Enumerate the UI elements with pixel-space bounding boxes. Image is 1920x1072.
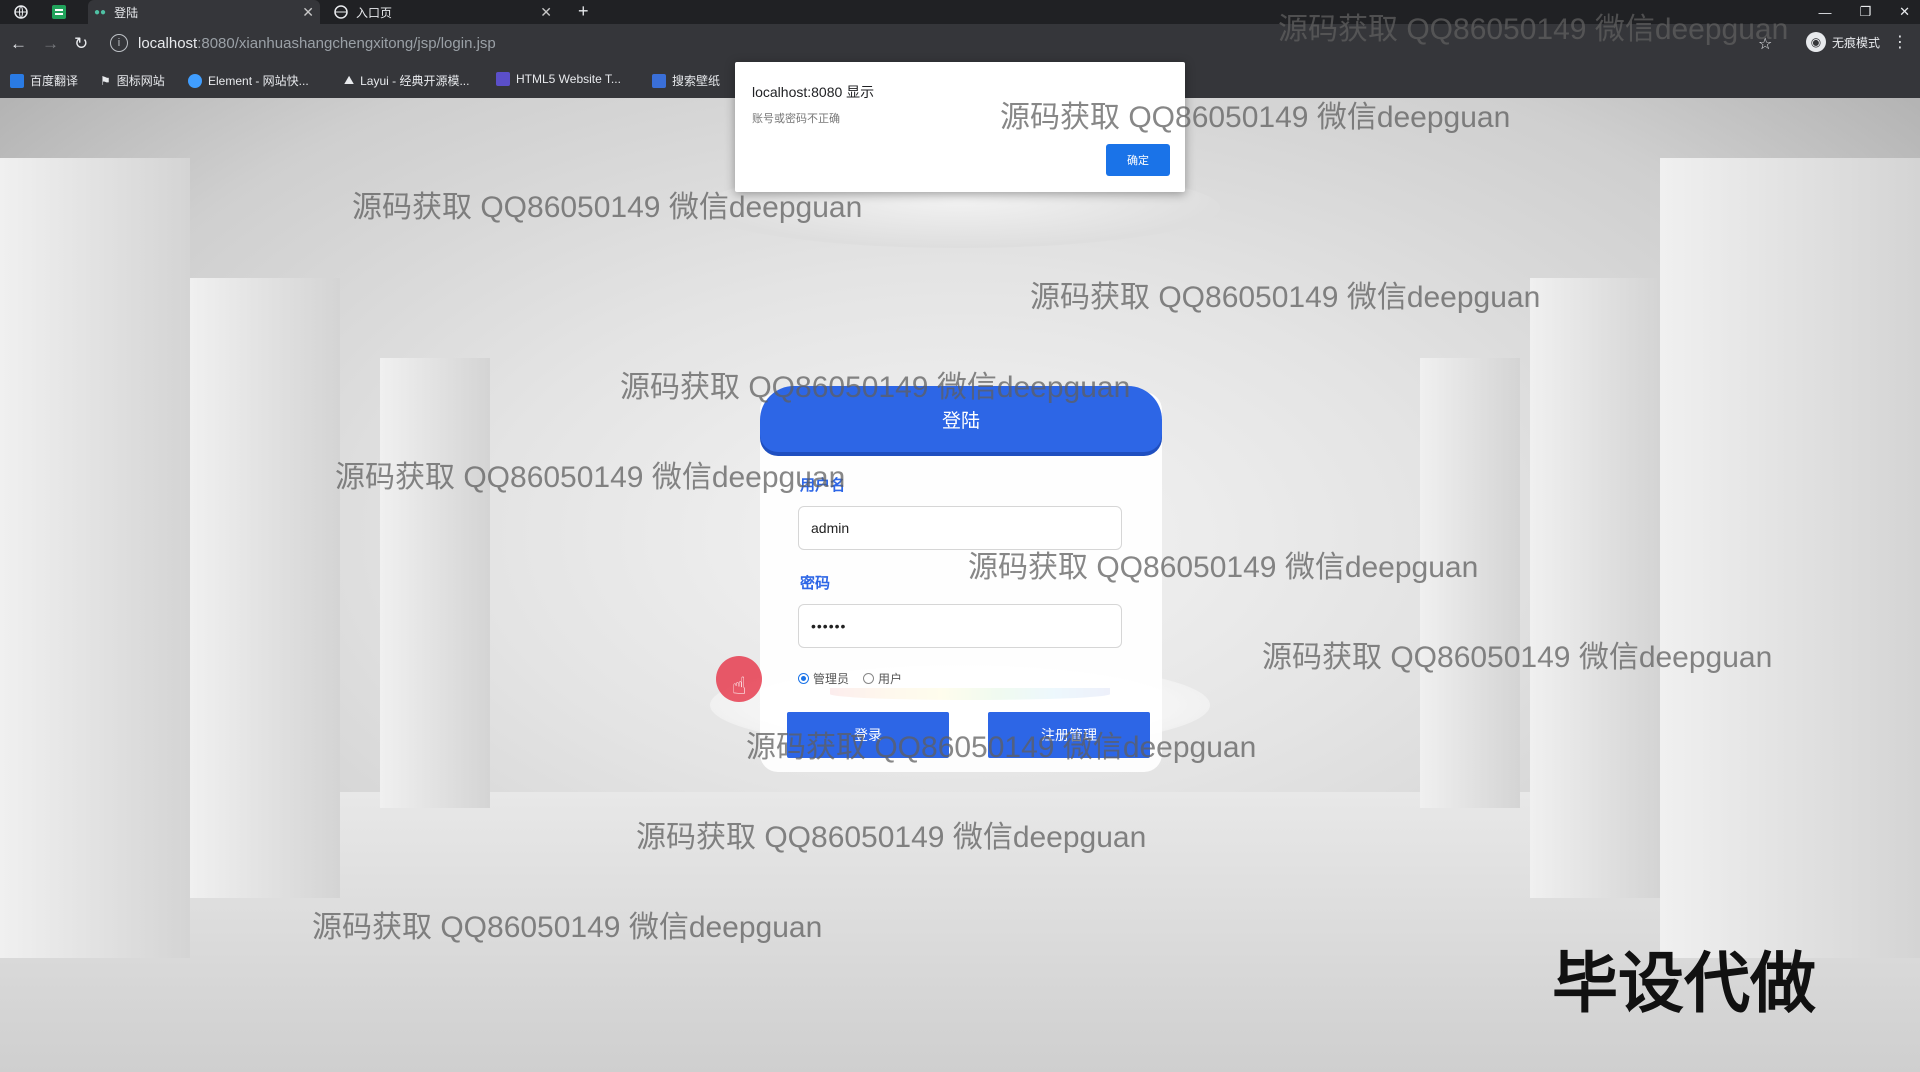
incognito-icon: ◉	[1805, 32, 1826, 52]
tab-title: 入口页	[356, 5, 393, 20]
bookmark-label: 图标网站	[116, 74, 165, 88]
dialog-title: localhost:8080 显示	[752, 84, 875, 100]
bookmark-item[interactable]: ⛰ Layui - 经典开源模...	[344, 72, 469, 89]
watermark: 源码获取 QQ86050149 微信deepguan	[636, 821, 1147, 854]
bookmark-item[interactable]: ⚑ 图标网站	[100, 72, 165, 89]
watermark: 源码获取 QQ86050149 微信deepguan	[620, 371, 1131, 404]
url-path: :8080/xianhuashangchengxitong/jsp/login.…	[197, 34, 496, 52]
bookmark-label: Layui - 经典开源模...	[360, 74, 470, 88]
bookmark-label: HTML5 Website T...	[516, 72, 621, 86]
html5-icon	[496, 72, 510, 86]
watermark: 源码获取 QQ86050149 微信deepguan	[968, 551, 1479, 584]
restore-icon[interactable]: ❐	[1859, 4, 1871, 20]
bookmark-item[interactable]: HTML5 Website T...	[496, 72, 621, 86]
password-label: 密码	[800, 575, 831, 592]
tab-entry[interactable]: 入口页 ✕	[326, 0, 558, 24]
pillar	[1660, 158, 1920, 958]
pillar	[0, 158, 190, 958]
close-icon[interactable]: ✕	[302, 4, 314, 21]
bookmark-item[interactable]: Element - 网站快...	[188, 72, 309, 89]
pillar	[1530, 278, 1660, 898]
flag-icon: ⚑	[100, 73, 111, 88]
watermark: 源码获取 QQ86050149 微信deepguan	[312, 911, 823, 944]
wallpaper-icon	[652, 73, 666, 88]
globe-icon[interactable]	[12, 3, 30, 21]
radio-admin-label[interactable]: 管理员	[813, 670, 849, 687]
bookmark-label: 百度翻译	[30, 74, 79, 88]
pillar	[190, 278, 340, 898]
forward-icon[interactable]: →	[42, 34, 59, 54]
watermark: 源码获取 QQ86050149 微信deepguan	[1000, 101, 1511, 134]
minimize-icon[interactable]: —	[1818, 5, 1831, 20]
incognito-indicator[interactable]: ◉ 无痕模式	[1805, 32, 1880, 52]
password-input[interactable]: ••••••	[798, 604, 1122, 648]
info-icon[interactable]: i	[110, 34, 128, 52]
close-window-icon[interactable]: ✕	[1899, 4, 1910, 20]
new-tab-button[interactable]: +	[578, 1, 589, 22]
tab-title: 登陆	[114, 5, 139, 20]
hand-cursor-icon: ☝	[732, 673, 747, 700]
watermark: 源码获取 QQ86050149 微信deepguan	[335, 461, 846, 494]
menu-icon[interactable]: ⋮	[1892, 32, 1908, 52]
bookmark-label: Element - 网站快...	[208, 74, 309, 88]
tab-dots-icon: ●●	[94, 6, 107, 18]
watermark: 源码获取 QQ86050149 微信deepguan	[352, 191, 863, 224]
role-radio-group: 管理员 用户	[798, 670, 902, 687]
dialog-ok-button[interactable]: 确定	[1106, 144, 1170, 176]
corner-ad-text: 毕设代做	[1552, 946, 1816, 1020]
app-icon[interactable]	[50, 3, 68, 21]
pillar	[380, 358, 490, 808]
back-icon[interactable]: ←	[10, 34, 27, 54]
watermark: 源码获取 QQ86050149 微信deepguan	[1278, 13, 1789, 46]
bookmark-item[interactable]: 百度翻译	[10, 72, 78, 89]
radio-user[interactable]	[863, 673, 875, 684]
element-icon	[188, 73, 202, 88]
translate-icon	[10, 73, 24, 88]
bookmark-label: 搜索壁纸	[672, 74, 721, 88]
reload-icon[interactable]: ↻	[74, 34, 88, 54]
window-controls: — ❐ ✕	[1818, 0, 1910, 24]
close-icon[interactable]: ✕	[540, 4, 552, 21]
radio-user-label[interactable]: 用户	[878, 670, 902, 687]
watermark: 源码获取 QQ86050149 微信deepguan	[1262, 641, 1773, 674]
watermark: 源码获取 QQ86050149 微信deepguan	[1030, 281, 1541, 314]
radio-admin[interactable]	[798, 673, 809, 684]
globe-icon	[334, 5, 348, 19]
tab-login[interactable]: ●● 登陆 ✕	[88, 0, 320, 24]
watermark: 源码获取 QQ86050149 微信deepguan	[746, 731, 1257, 764]
incognito-label: 无痕模式	[1831, 35, 1880, 50]
bookmark-item[interactable]: 搜索壁纸	[652, 72, 720, 89]
url-host: localhost	[138, 34, 198, 52]
layui-icon: ⛰	[344, 73, 355, 87]
dialog-message: 账号或密码不正确	[752, 113, 840, 125]
